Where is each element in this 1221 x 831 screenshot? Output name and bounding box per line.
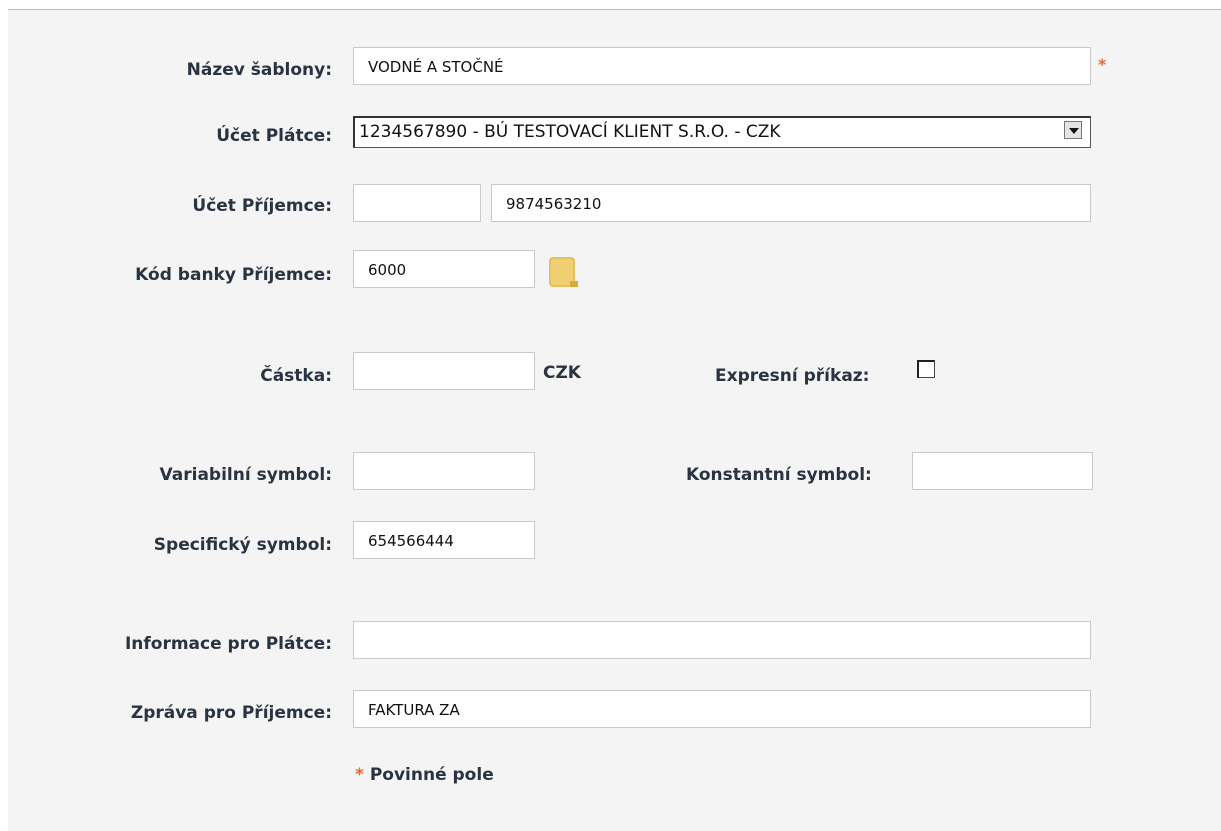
- recipient-account-prefix-input[interactable]: [353, 184, 481, 222]
- message-for-recipient-label: Zpráva pro Příjemce:: [130, 703, 332, 723]
- currency-label: CZK: [543, 363, 581, 383]
- recipient-bank-code-input[interactable]: 6000: [353, 250, 535, 288]
- required-note-text: Povinné pole: [369, 765, 494, 785]
- required-mark: *: [1098, 55, 1107, 74]
- payer-account-label: Účet Plátce:: [216, 126, 332, 146]
- chevron-down-icon[interactable]: [1064, 121, 1082, 139]
- template-name-label: Název šablony:: [186, 60, 332, 80]
- required-field-note: * Povinné pole: [355, 765, 494, 785]
- variable-symbol-label: Variabilní symbol:: [159, 465, 332, 485]
- express-order-checkbox[interactable]: [917, 360, 935, 378]
- info-for-payer-label: Informace pro Plátce:: [124, 634, 332, 654]
- specific-symbol-input[interactable]: 654566444: [353, 521, 535, 559]
- template-name-input[interactable]: VODNÉ A STOČNÉ: [353, 47, 1091, 85]
- payer-account-selected: 1234567890 - BÚ TESTOVACÍ KLIENT S.R.O. …: [359, 122, 781, 142]
- required-note-mark: *: [355, 765, 364, 785]
- specific-symbol-label: Specifický symbol:: [153, 535, 332, 555]
- info-for-payer-input[interactable]: [353, 621, 1091, 659]
- recipient-account-label: Účet Příjemce:: [192, 196, 332, 216]
- recipient-bank-code-label: Kód banky Příjemce:: [135, 265, 332, 285]
- express-order-label: Expresní příkaz:: [715, 366, 870, 386]
- recipient-account-number-input[interactable]: 9874563210: [491, 184, 1091, 222]
- constant-symbol-label: Konstantní symbol:: [686, 465, 872, 485]
- variable-symbol-input[interactable]: [353, 452, 535, 490]
- folder-icon[interactable]: [548, 255, 580, 289]
- amount-input[interactable]: [353, 352, 535, 390]
- payer-account-select[interactable]: 1234567890 - BÚ TESTOVACÍ KLIENT S.R.O. …: [353, 116, 1091, 148]
- amount-label: Částka:: [260, 366, 332, 386]
- constant-symbol-input[interactable]: [912, 452, 1093, 490]
- message-for-recipient-input[interactable]: FAKTURA ZA: [353, 690, 1091, 728]
